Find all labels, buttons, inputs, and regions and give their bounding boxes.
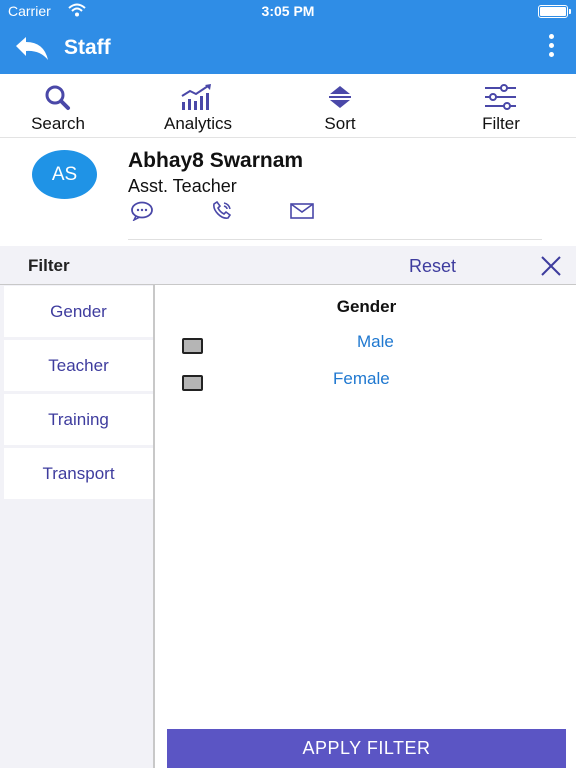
card-divider (128, 239, 542, 240)
filter-title: Filter (28, 256, 70, 275)
filter-options-panel: Gender Male Female (157, 285, 576, 768)
analytics-label: Analytics (163, 114, 233, 133)
filter-button[interactable]: Filter (468, 82, 534, 138)
status-time: 3:05 PM (261, 3, 315, 19)
sort-button[interactable]: Sort (308, 82, 372, 138)
filter-sliders-icon (485, 84, 516, 110)
search-icon (45, 85, 70, 110)
category-transport[interactable]: Transport (4, 448, 153, 499)
sort-label: Sort (324, 114, 356, 133)
reset-button[interactable]: Reset (409, 256, 456, 277)
staff-card[interactable]: AS Abhay8 Swarnam Asst. Teacher (0, 139, 576, 246)
category-teacher[interactable]: Teacher (4, 340, 153, 391)
phone-icon[interactable] (210, 200, 234, 226)
options-heading: Gender (336, 297, 397, 316)
battery-icon (538, 5, 568, 18)
back-arrow-icon[interactable] (12, 34, 52, 64)
option-male-label: Male (357, 332, 394, 351)
staff-role: Asst. Teacher (128, 176, 237, 196)
female-checkbox[interactable] (182, 375, 203, 391)
mail-icon[interactable] (289, 201, 315, 226)
filter-label: Filter (482, 114, 520, 133)
page-title: Staff (64, 36, 111, 59)
male-checkbox[interactable] (182, 338, 203, 354)
sort-icon (329, 86, 351, 108)
close-icon[interactable] (540, 255, 562, 277)
status-bar: Carrier 3:05 PM (0, 0, 576, 22)
option-female-label: Female (333, 369, 390, 388)
avatar: AS (32, 150, 97, 199)
analytics-icon (181, 84, 211, 110)
toolbar: Search Analytics Sort Filter (0, 82, 576, 138)
staff-filter-screen: Carrier 3:05 PM Staff Search Analytics S… (0, 0, 576, 768)
app-bar: Staff (0, 22, 576, 74)
category-gender[interactable]: Gender (4, 286, 153, 337)
more-vertical-icon[interactable] (546, 34, 556, 64)
filter-category-list: Gender Teacher Training Transport (0, 285, 155, 768)
staff-name: Abhay8 Swarnam (128, 149, 304, 172)
search-button[interactable]: Search (20, 82, 96, 138)
message-icon[interactable] (130, 201, 154, 226)
analytics-button[interactable]: Analytics (150, 82, 246, 138)
apply-filter-button[interactable]: APPLY FILTER (167, 729, 566, 768)
search-label: Search (31, 114, 85, 133)
filter-header: Filter Reset (0, 246, 576, 285)
battery-tip (569, 9, 571, 14)
category-training[interactable]: Training (4, 394, 153, 445)
